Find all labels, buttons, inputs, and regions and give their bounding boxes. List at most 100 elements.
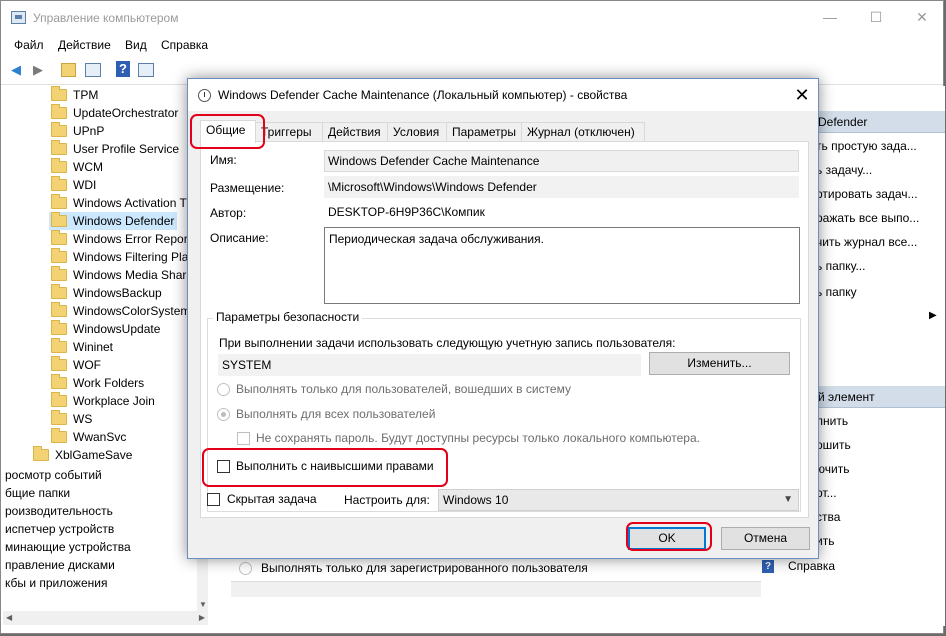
do-not-store-password-checkbox[interactable]: [237, 432, 250, 445]
tab-general[interactable]: Общие: [200, 120, 256, 143]
tree-item[interactable]: WindowsUpdate: [3, 320, 199, 338]
change-user-button[interactable]: Изменить...: [649, 352, 790, 375]
show-hide-tree-icon[interactable]: [85, 63, 101, 77]
scroll-left-icon[interactable]: ◀: [6, 613, 12, 622]
tree-horizontal-scrollbar[interactable]: ◀ ▶: [3, 611, 208, 625]
folder-icon: [51, 104, 67, 119]
tree-item[interactable]: Work Folders: [3, 374, 199, 392]
folder-icon: [51, 356, 67, 371]
menu-file[interactable]: Файл: [14, 38, 44, 52]
background-horizontal-scrollbar[interactable]: [231, 581, 761, 597]
radio-all-users[interactable]: [217, 408, 230, 421]
tree-item[interactable]: Windows Media Shari: [3, 266, 199, 284]
tree-item[interactable]: бщие папки: [3, 484, 199, 502]
folder-icon: [51, 248, 67, 263]
run-highest-privileges-label: Выполнить с наивысшими правами: [236, 459, 434, 473]
tree-item[interactable]: WindowsBackup: [3, 284, 199, 302]
dialog-title: Windows Defender Cache Maintenance (Лока…: [218, 88, 628, 102]
tree-item[interactable]: WDI: [3, 176, 199, 194]
tree-item[interactable]: роизводительность: [3, 502, 199, 520]
close-button[interactable]: ✕: [899, 1, 945, 33]
action-item[interactable]: рт...: [816, 481, 837, 505]
description-label: Описание:: [210, 231, 269, 245]
hidden-task-checkbox[interactable]: [207, 493, 220, 506]
folder-icon: [51, 284, 67, 299]
tree-item[interactable]: WCM: [3, 158, 199, 176]
minimize-button[interactable]: —: [807, 1, 853, 33]
tree-item[interactable]: UPnP: [3, 122, 199, 140]
action-item[interactable]: ршить: [816, 433, 851, 457]
name-field[interactable]: Windows Defender Cache Maintenance: [324, 150, 799, 172]
scroll-down-icon[interactable]: ▼: [199, 600, 207, 609]
forward-arrow-icon[interactable]: ▶: [29, 61, 47, 78]
tree-item[interactable]: WS: [3, 410, 199, 428]
action-item[interactable]: лнить: [816, 409, 848, 433]
menu-help[interactable]: Справка: [161, 38, 208, 52]
background-radio[interactable]: [239, 562, 252, 575]
tree-item[interactable]: WindowsColorSystem: [3, 302, 199, 320]
action-item[interactable]: чить журнал все...: [816, 230, 917, 254]
tab-settings[interactable]: Параметры: [446, 122, 522, 142]
tree-item[interactable]: Windows Activation T: [3, 194, 199, 212]
tree-item[interactable]: WOF: [3, 356, 199, 374]
tab-triggers[interactable]: Триггеры: [255, 122, 323, 142]
ok-button[interactable]: OK: [628, 527, 706, 550]
configure-for-value: Windows 10: [443, 493, 509, 507]
tree-item[interactable]: Windows Filtering Pla: [3, 248, 199, 266]
tree-item[interactable]: Windows Error Report: [3, 230, 199, 248]
back-arrow-icon[interactable]: ◀: [7, 61, 25, 78]
tree-item[interactable]: минающие устройства: [3, 538, 199, 556]
action-item[interactable]: ь папку: [816, 280, 857, 304]
folder-icon: [51, 374, 67, 389]
action-item[interactable]: ртировать задач...: [816, 182, 918, 206]
menu-action[interactable]: Действие: [58, 38, 111, 52]
run-highest-privileges-checkbox[interactable]: [217, 460, 230, 473]
dialog-close-button[interactable]: ✕: [786, 79, 818, 111]
tree-item[interactable]: TPM: [3, 86, 199, 104]
folder-icon: [51, 194, 67, 209]
console-tree: TPM UpdateOrchestrator UPnP User Profile…: [3, 86, 208, 611]
tree-item[interactable]: WwanSvc: [3, 428, 199, 446]
action-item[interactable]: ства: [816, 505, 840, 529]
action-item[interactable]: ражать все выпо...: [816, 206, 919, 230]
configure-for-label: Настроить для:: [344, 493, 430, 507]
tree-item[interactable]: правление дисками: [3, 556, 199, 574]
tree-item[interactable]: Wininet: [3, 338, 199, 356]
chevron-down-icon: ▼: [783, 494, 793, 505]
security-options-title: Параметры безопасности: [213, 310, 363, 324]
action-item[interactable]: ь задачу...: [816, 158, 872, 182]
tree-item[interactable]: UpdateOrchestrator: [3, 104, 199, 122]
menu-view[interactable]: Вид: [125, 38, 147, 52]
folder-icon: [51, 302, 67, 317]
window-titlebar: Управление компьютером — ☐ ✕: [1, 1, 943, 33]
name-label: Имя:: [210, 153, 237, 167]
radio-logged-on-only[interactable]: [217, 383, 230, 396]
scroll-right-icon[interactable]: ▶: [199, 613, 205, 622]
folder-icon: [51, 266, 67, 281]
tree-item[interactable]: User Profile Service: [3, 140, 199, 158]
location-label: Размещение:: [210, 181, 285, 195]
description-field[interactable]: Периодическая задача обслуживания.: [324, 227, 800, 304]
action-item[interactable]: ючить: [816, 457, 849, 481]
tree-item[interactable]: XblGameSave: [3, 446, 199, 464]
cancel-button[interactable]: Отмена: [721, 527, 810, 550]
up-folder-icon[interactable]: [61, 63, 76, 77]
show-hide-action-pane-icon[interactable]: [138, 63, 154, 77]
tree-item-selected[interactable]: Windows Defender: [49, 212, 177, 230]
action-item[interactable]: ть простую зада...: [816, 134, 917, 158]
help-icon[interactable]: ?: [116, 61, 130, 77]
tree-item[interactable]: Workplace Join: [3, 392, 199, 410]
user-account-field: SYSTEM: [218, 354, 641, 376]
tree-item[interactable]: кбы и приложения: [3, 574, 199, 592]
tab-conditions[interactable]: Условия: [387, 122, 447, 142]
action-item[interactable]: ь папку...: [816, 254, 865, 278]
tree-item[interactable]: испетчер устройств: [3, 520, 199, 538]
submenu-arrow-icon[interactable]: ▶: [929, 310, 937, 321]
configure-for-select[interactable]: Windows 10 ▼: [438, 489, 799, 511]
tab-history[interactable]: Журнал (отключен): [521, 122, 645, 142]
actions-header-selected[interactable]: й элемент: [816, 386, 945, 408]
tab-actions[interactable]: Действия: [322, 122, 388, 142]
maximize-button[interactable]: ☐: [853, 1, 899, 33]
actions-header-folder[interactable]: Defender: [816, 111, 945, 133]
tree-item[interactable]: росмотр событий: [3, 466, 199, 484]
